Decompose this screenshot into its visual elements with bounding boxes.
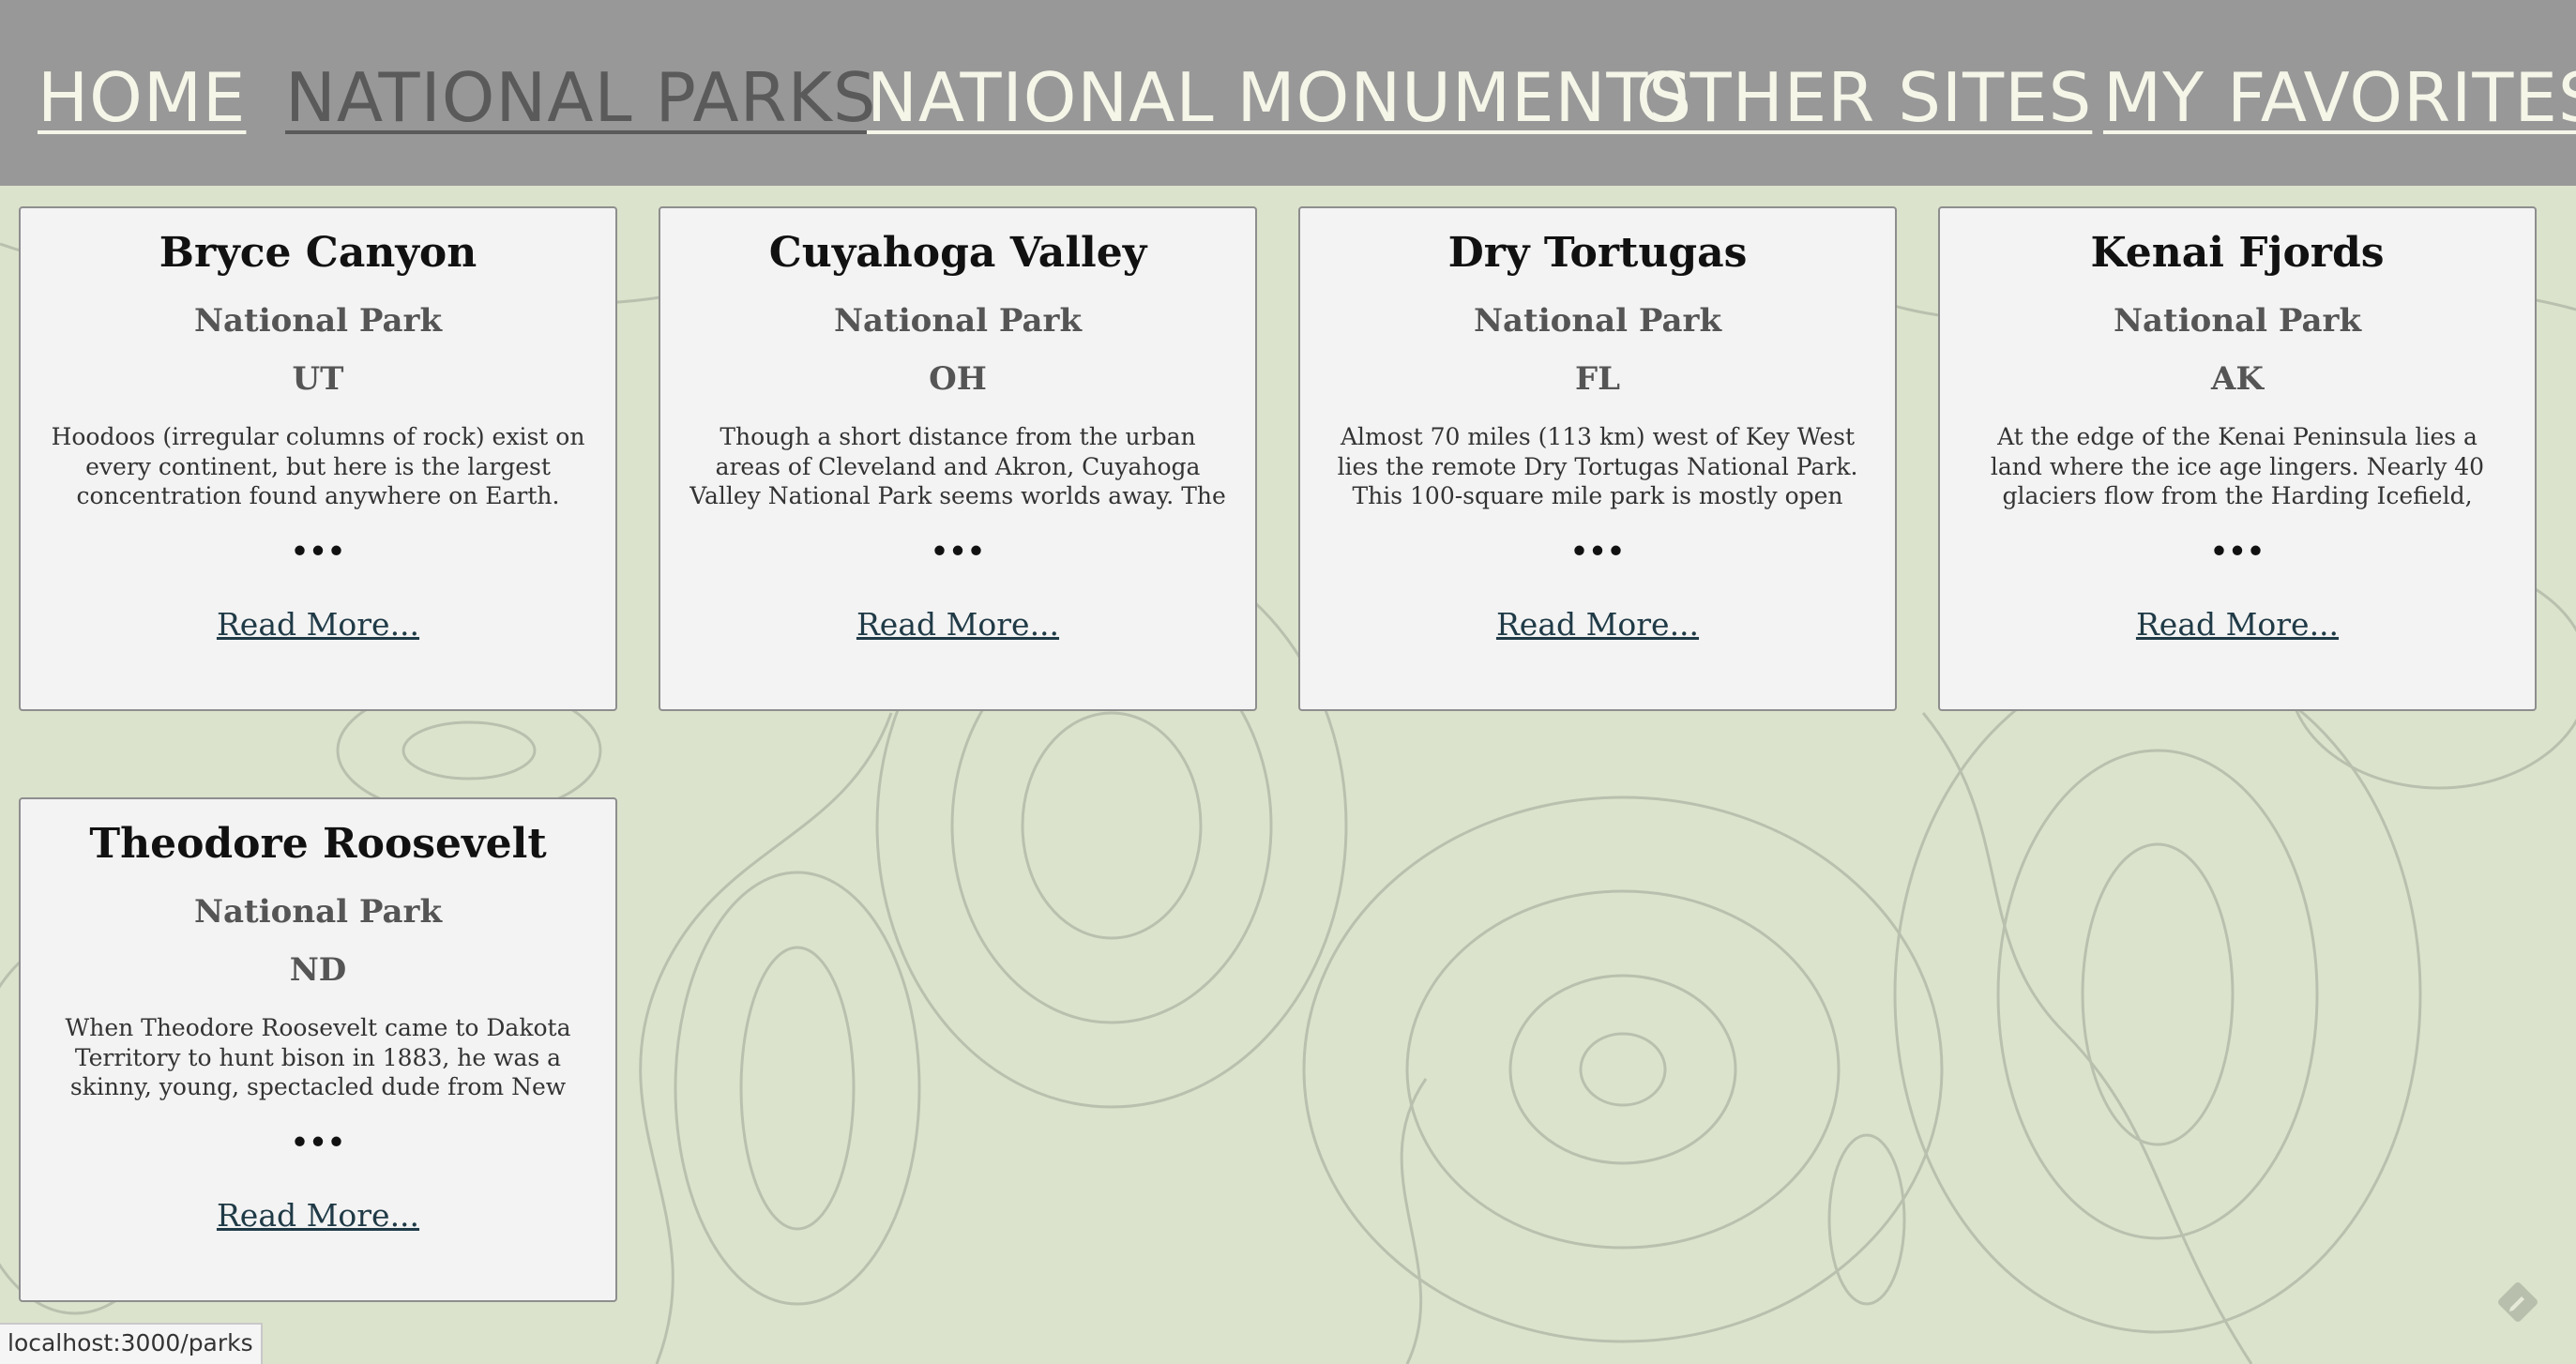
read-more-link[interactable]: Read More...	[21, 606, 615, 643]
park-name: Kenai Fjords	[2090, 229, 2385, 277]
park-card-bryce-canyon: Bryce Canyon National Park UT Hoodoos (i…	[19, 206, 617, 711]
park-type: National Park	[193, 893, 443, 931]
park-state: ND	[289, 951, 347, 989]
park-state: OH	[929, 360, 987, 398]
park-card-kenai-fjords: Kenai Fjords National Park AK At the edg…	[1938, 206, 2537, 711]
park-description: Hoodoos (irregular columns of rock) exis…	[51, 423, 585, 509]
nav-link-national-parks[interactable]: NATIONAL PARKS	[285, 58, 877, 137]
truncation-ellipsis: ...	[290, 506, 346, 568]
truncation-ellipsis: ...	[1569, 506, 1626, 568]
top-navigation-bar: HOME NATIONAL PARKS NATIONAL MONUMENTS O…	[0, 0, 2576, 186]
read-more-link[interactable]: Read More...	[1300, 606, 1895, 643]
park-description: Though a short distance from the urban a…	[689, 423, 1226, 509]
read-more-link[interactable]: Read More...	[21, 1197, 615, 1234]
park-card-cuyahoga-valley: Cuyahoga Valley National Park OH Though …	[659, 206, 1257, 711]
park-name: Dry Tortugas	[1447, 229, 1748, 277]
park-name: Bryce Canyon	[159, 229, 477, 277]
browser-status-url: localhost:3000/parks	[0, 1323, 263, 1364]
park-state: UT	[292, 360, 344, 398]
park-description: When Theodore Roosevelt came to Dakota T…	[65, 1014, 571, 1100]
park-name: Cuyahoga Valley	[768, 229, 1147, 277]
read-more-link[interactable]: Read More...	[660, 606, 1255, 643]
park-description: At the edge of the Kenai Peninsula lies …	[1990, 423, 2485, 509]
truncation-ellipsis: ...	[2209, 506, 2265, 568]
park-description: Almost 70 miles (113 km) west of Key Wes…	[1337, 423, 1858, 509]
read-more-link[interactable]: Read More...	[1940, 606, 2535, 643]
park-type: National Park	[833, 302, 1083, 340]
nav-link-national-monuments[interactable]: NATIONAL MONUMENTS	[867, 58, 1692, 137]
park-card-dry-tortugas: Dry Tortugas National Park FL Almost 70 …	[1298, 206, 1897, 711]
truncation-ellipsis: ...	[930, 506, 986, 568]
nav-link-home[interactable]: HOME	[38, 58, 246, 137]
park-state: AK	[2211, 360, 2264, 398]
nav-link-my-favorites[interactable]: MY FAVORITES	[2103, 58, 2576, 137]
nav-link-other-sites[interactable]: OTHER SITES	[1636, 58, 2092, 137]
park-state: FL	[1574, 360, 1621, 398]
park-type: National Park	[193, 302, 443, 340]
edit-pencil-icon[interactable]	[2495, 1280, 2540, 1325]
park-type: National Park	[1473, 302, 1722, 340]
truncation-ellipsis: ...	[290, 1097, 346, 1159]
park-name: Theodore Roosevelt	[89, 820, 547, 868]
park-type: National Park	[2113, 302, 2362, 340]
park-card-theodore-roosevelt: Theodore Roosevelt National Park ND When…	[19, 797, 617, 1302]
